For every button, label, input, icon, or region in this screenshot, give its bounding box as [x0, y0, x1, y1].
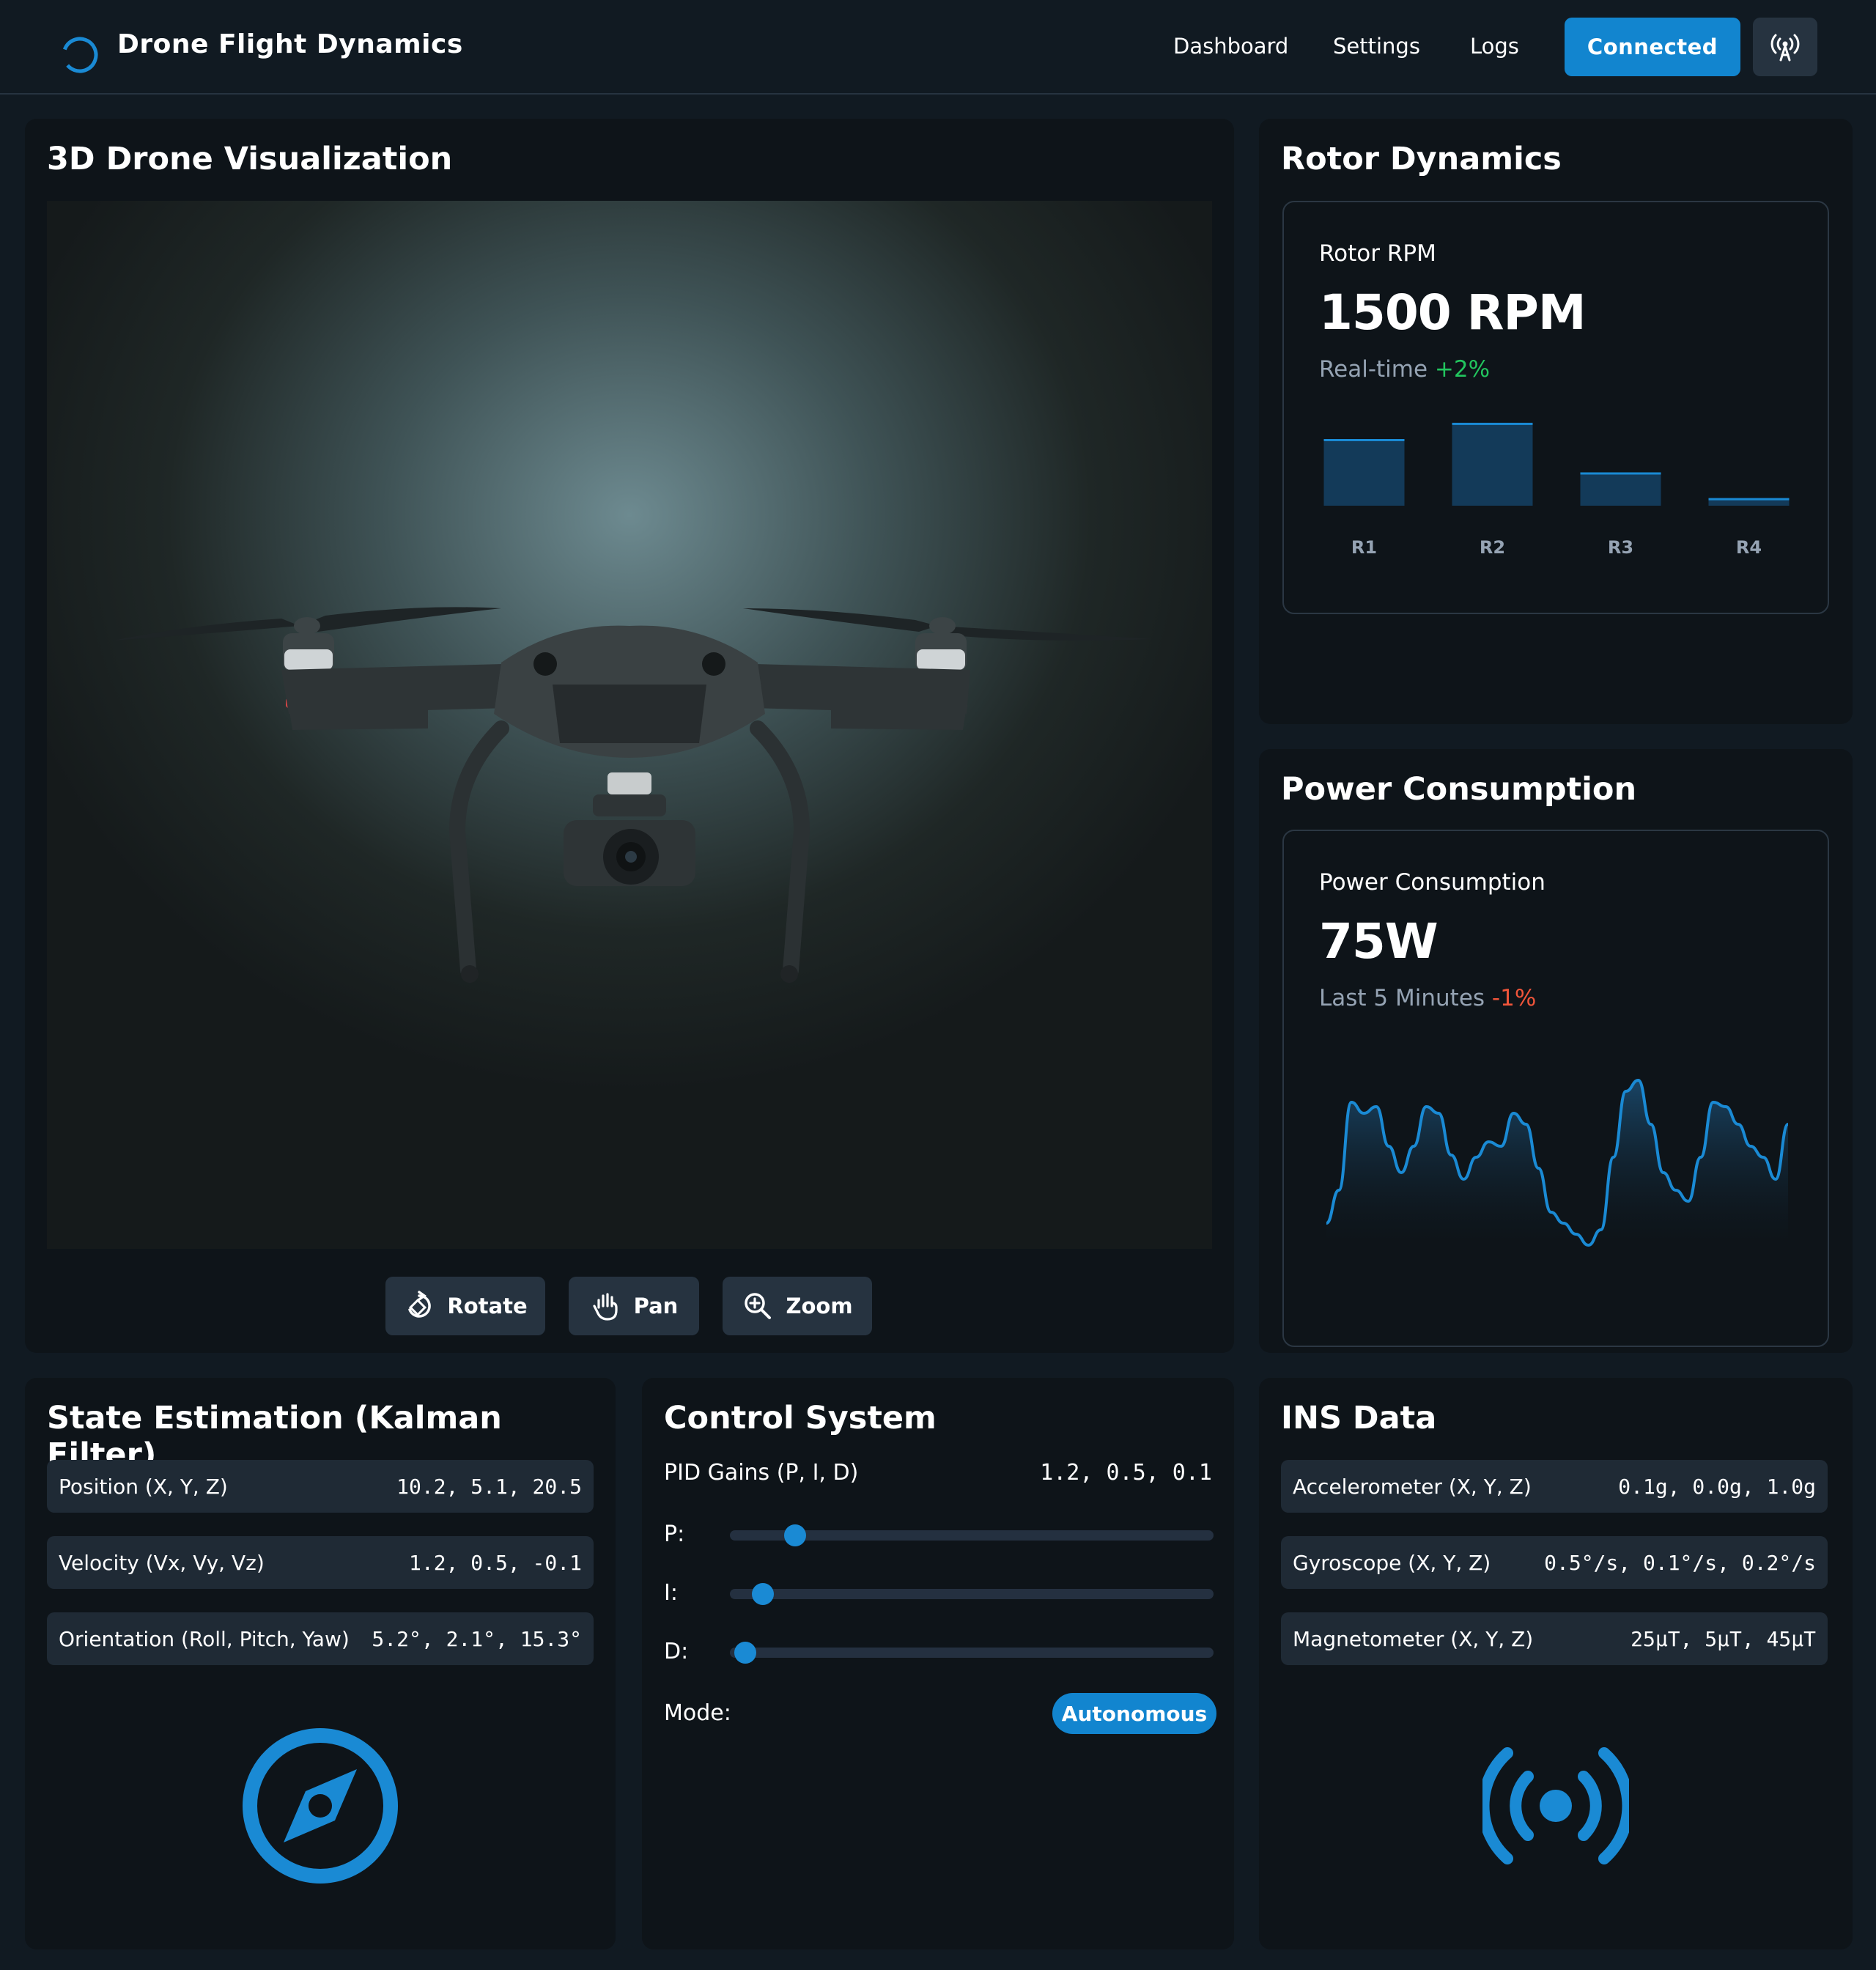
spinner-logo-icon	[62, 37, 98, 73]
hand-icon	[593, 1293, 618, 1321]
power-delta: -1%	[1491, 985, 1537, 1011]
row-label: Position (X, Y, Z)	[59, 1475, 228, 1499]
slider-thumb[interactable]	[751, 1583, 774, 1605]
mode-label: Mode:	[664, 1700, 731, 1726]
top-header: Drone Flight Dynamics Dashboard Settings…	[0, 0, 1876, 95]
rpm-tick-label: R3	[1608, 537, 1633, 558]
rpm-bar-top	[1452, 422, 1533, 425]
i-gain-slider[interactable]	[730, 1583, 1214, 1605]
rpm-delta: +2%	[1434, 356, 1491, 383]
mode-badge[interactable]: Autonomous	[1052, 1693, 1216, 1734]
zoom-label: Zoom	[786, 1294, 853, 1318]
rpm-tick-label: R1	[1351, 537, 1377, 558]
power-label: Power Consumption	[1319, 869, 1546, 896]
compass-icon	[243, 1728, 398, 1884]
ins-row-accelerometer: Accelerometer (X, Y, Z) 0.1g, 0.0g, 1.0g	[1281, 1460, 1828, 1513]
rpm-bar-top	[1323, 439, 1405, 441]
rotate-button[interactable]: Rotate	[385, 1277, 545, 1335]
d-gain-slider[interactable]	[730, 1642, 1214, 1664]
pid-gains-value: 1.2, 0.5, 0.1	[1040, 1460, 1212, 1486]
power-area-chart	[1325, 1078, 1790, 1247]
row-label: Gyroscope (X, Y, Z)	[1293, 1551, 1491, 1575]
state-row-position: Position (X, Y, Z) 10.2, 5.1, 20.5	[47, 1460, 594, 1513]
power-sub: Last 5 Minutes -1%	[1319, 985, 1536, 1011]
pan-label: Pan	[633, 1294, 679, 1318]
rotor-rpm-bar-chart: R1 R2 R3 R4	[1323, 422, 1790, 558]
power-consumption-panel: Power Consumption Power Consumption 75W …	[1259, 749, 1853, 1353]
panel-title: 3D Drone Visualization	[47, 141, 453, 177]
slider-thumb[interactable]	[784, 1524, 807, 1546]
state-estimation-panel: State Estimation (Kalman Filter) Positio…	[25, 1378, 616, 1949]
last-5-min-label: Last 5 Minutes	[1319, 985, 1485, 1011]
panel-title: Rotor Dynamics	[1281, 141, 1562, 177]
pid-gains-label: PID Gains (P, I, D)	[664, 1460, 859, 1486]
broadcast-icon	[1482, 1747, 1629, 1864]
realtime-label: Real-time	[1319, 356, 1428, 383]
nav-logs[interactable]: Logs	[1470, 34, 1519, 59]
rotor-rpm-sub: Real-time +2%	[1319, 356, 1490, 383]
row-label: Velocity (Vx, Vy, Vz)	[59, 1551, 265, 1575]
panel-title: Control System	[664, 1400, 937, 1436]
rpm-bar-top	[1580, 472, 1661, 475]
slider-label-i: I:	[664, 1580, 678, 1606]
drone-viewport[interactable]	[47, 201, 1212, 1249]
zoom-button[interactable]: Zoom	[723, 1277, 872, 1335]
nav-settings[interactable]: Settings	[1333, 34, 1420, 59]
rotor-dynamics-panel: Rotor Dynamics Rotor RPM 1500 RPM Real-t…	[1259, 119, 1853, 724]
power-value: 75W	[1319, 913, 1439, 970]
row-value: 0.1g, 0.0g, 1.0g	[1618, 1475, 1816, 1499]
zoom-icon	[745, 1293, 772, 1319]
ins-data-panel: INS Data Accelerometer (X, Y, Z) 0.1g, 0…	[1259, 1378, 1853, 1949]
p-gain-slider[interactable]	[730, 1524, 1214, 1546]
ins-row-magnetometer: Magnetometer (X, Y, Z) 25μT, 5μT, 45μT	[1281, 1612, 1828, 1665]
drone-image	[113, 607, 1153, 983]
connected-button[interactable]: Connected	[1565, 18, 1740, 76]
row-value: 5.2°, 2.1°, 15.3°	[372, 1627, 582, 1651]
pan-button[interactable]: Pan	[569, 1277, 699, 1335]
state-row-orientation: Orientation (Roll, Pitch, Yaw) 5.2°, 2.1…	[47, 1612, 594, 1665]
rotate-label: Rotate	[447, 1294, 528, 1318]
row-value: 10.2, 5.1, 20.5	[396, 1475, 582, 1499]
rpm-tick-label: R2	[1480, 537, 1505, 558]
slider-thumb[interactable]	[734, 1642, 757, 1664]
panel-title: Power Consumption	[1281, 771, 1637, 808]
antenna-icon	[1770, 34, 1800, 62]
state-row-velocity: Velocity (Vx, Vy, Vz) 1.2, 0.5, -0.1	[47, 1536, 594, 1589]
row-label: Magnetometer (X, Y, Z)	[1293, 1627, 1534, 1651]
rpm-bar	[1580, 472, 1661, 506]
ins-row-gyroscope: Gyroscope (X, Y, Z) 0.5°/s, 0.1°/s, 0.2°…	[1281, 1536, 1828, 1589]
app-title: Drone Flight Dynamics	[117, 29, 463, 59]
rotor-rpm-card: Rotor RPM 1500 RPM Real-time +2% R1 R2 R3 R…	[1282, 201, 1829, 614]
rotate-icon	[408, 1291, 432, 1318]
row-value: 1.2, 0.5, -0.1	[408, 1551, 582, 1575]
rpm-bar	[1452, 422, 1533, 506]
panel-title: INS Data	[1281, 1400, 1437, 1436]
slider-label-p: P:	[664, 1521, 685, 1547]
slider-label-d: D:	[664, 1639, 689, 1664]
power-card: Power Consumption 75W Last 5 Minutes -1%	[1282, 830, 1829, 1347]
nav-dashboard[interactable]: Dashboard	[1173, 34, 1288, 59]
control-system-panel: Control System PID Gains (P, I, D) 1.2, …	[642, 1378, 1234, 1949]
row-value: 0.5°/s, 0.1°/s, 0.2°/s	[1544, 1551, 1816, 1575]
row-label: Accelerometer (X, Y, Z)	[1293, 1475, 1532, 1499]
rpm-bar	[1323, 439, 1405, 506]
row-value: 25μT, 5μT, 45μT	[1631, 1627, 1816, 1651]
antenna-button[interactable]	[1753, 18, 1817, 76]
rotor-rpm-value: 1500 RPM	[1319, 284, 1587, 341]
rpm-bar-top	[1708, 498, 1790, 501]
drone-visualization-panel: 3D Drone Visualization Rotate Pan Zoom	[25, 119, 1234, 1353]
rpm-tick-label: R4	[1736, 537, 1762, 558]
row-label: Orientation (Roll, Pitch, Yaw)	[59, 1627, 350, 1651]
rotor-rpm-label: Rotor RPM	[1319, 240, 1436, 267]
